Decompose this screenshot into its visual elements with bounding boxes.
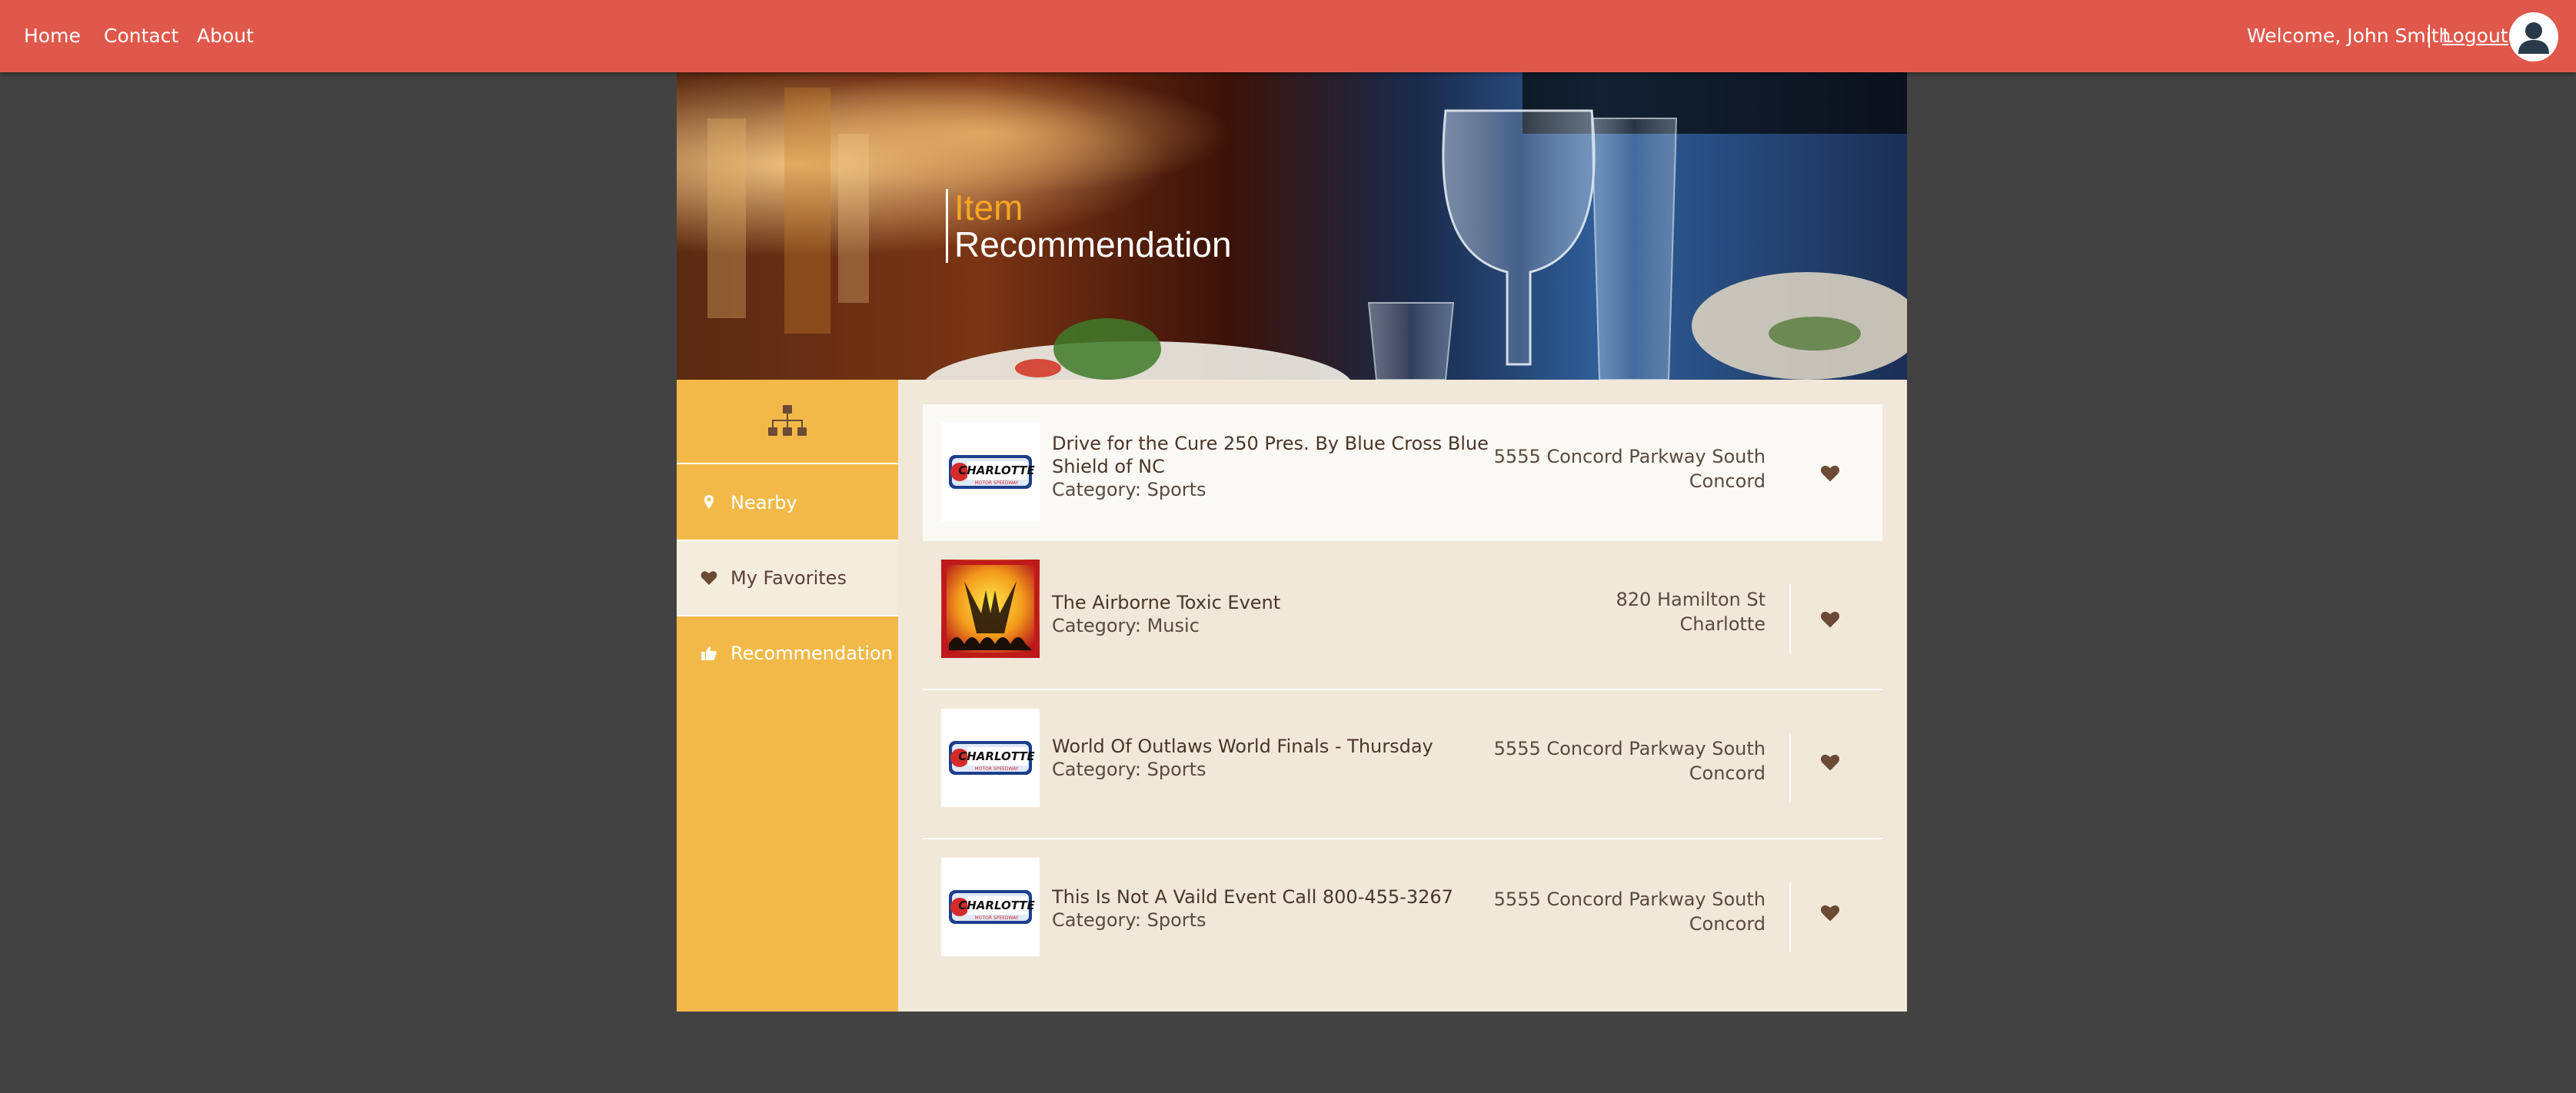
list-item[interactable]: CHARLOTTE MOTOR SPEEDWAY World Of Outlaw… — [923, 690, 1882, 827]
hero-title-line2: Recommendation — [954, 224, 1232, 264]
item-address-city: Concord — [1689, 913, 1766, 935]
item-address: 820 Hamilton St Charlotte — [1443, 587, 1766, 636]
favorite-heart-icon[interactable] — [1819, 463, 1841, 484]
item-category: Category: Sports — [1052, 909, 1206, 931]
item-category: Category: Music — [1052, 615, 1200, 636]
item-address-city: Concord — [1689, 470, 1766, 492]
svg-text:CHARLOTTE: CHARLOTTE — [958, 749, 1035, 763]
nav-divider — [2428, 25, 2430, 48]
hero-title-line1: Item — [954, 188, 1023, 228]
sidebar-item-nearby[interactable]: Nearby — [677, 466, 898, 540]
hero-banner: Item Recommendation — [677, 72, 1907, 380]
favorite-heart-icon[interactable] — [1819, 609, 1841, 630]
item-divider — [1789, 733, 1791, 802]
charlotte-motor-speedway-logo: CHARLOTTE MOTOR SPEEDWAY — [941, 858, 1040, 956]
thumbs-up-icon — [701, 646, 717, 660]
welcome-text: Welcome, John Smith — [2247, 25, 2451, 47]
sidebar-item-label: Nearby — [731, 492, 797, 513]
item-address-street: 5555 Concord Parkway South — [1493, 738, 1766, 759]
top-navbar: Home Contact About Welcome, John Smith L… — [0, 0, 2576, 72]
item-category: Category: Sports — [1052, 479, 1206, 500]
svg-text:MOTOR SPEEDWAY: MOTOR SPEEDWAY — [975, 480, 1019, 486]
nav-contact-link[interactable]: Contact — [104, 0, 178, 72]
item-address-street: 5555 Concord Parkway South — [1493, 889, 1766, 910]
hero-title: Item Recommendation — [946, 189, 1232, 263]
heart-icon — [701, 571, 717, 585]
sidebar-item-label: Recommendation — [731, 643, 893, 664]
item-divider — [1789, 584, 1791, 653]
sidebar-item-recommendation[interactable]: Recommendation — [677, 616, 898, 690]
sidebar-item-label: My Favorites — [731, 567, 847, 589]
svg-text:CHARLOTTE: CHARLOTTE — [958, 463, 1035, 477]
item-category: Category: Sports — [1052, 759, 1206, 780]
list-item[interactable]: CHARLOTTE MOTOR SPEEDWAY This Is Not A V… — [923, 839, 1882, 976]
item-address-street: 5555 Concord Parkway South — [1493, 446, 1766, 467]
favorite-heart-icon[interactable] — [1819, 752, 1841, 773]
svg-text:MOTOR SPEEDWAY: MOTOR SPEEDWAY — [975, 766, 1019, 772]
item-address-city: Charlotte — [1679, 613, 1766, 635]
list-item[interactable]: The Airborne Toxic Event Category: Music… — [923, 541, 1882, 678]
sidebar: Nearby My Favorites Recommendation — [677, 380, 898, 1012]
charlotte-motor-speedway-logo: CHARLOTTE MOTOR SPEEDWAY — [941, 709, 1040, 807]
hero-background-image — [677, 72, 1907, 380]
item-list: CHARLOTTE MOTOR SPEEDWAY Drive for the C… — [898, 380, 1907, 1012]
favorite-heart-icon[interactable] — [1819, 902, 1841, 924]
logout-link[interactable]: Logout — [2442, 0, 2508, 72]
item-divider — [1789, 882, 1791, 952]
concert-image — [941, 560, 1040, 658]
list-item[interactable]: CHARLOTTE MOTOR SPEEDWAY Drive for the C… — [923, 404, 1882, 541]
sidebar-header — [677, 380, 898, 464]
item-address: 5555 Concord Parkway South Concord — [1443, 444, 1766, 493]
sitemap-icon — [768, 405, 807, 436]
item-address-street: 820 Hamilton St — [1616, 589, 1766, 610]
sidebar-item-my-favorites[interactable]: My Favorites — [677, 541, 898, 615]
svg-text:CHARLOTTE: CHARLOTTE — [958, 899, 1035, 912]
item-address: 5555 Concord Parkway South Concord — [1443, 887, 1766, 936]
item-address-city: Concord — [1689, 762, 1766, 784]
nav-about-link[interactable]: About — [197, 0, 254, 72]
nav-home-link[interactable]: Home — [24, 0, 81, 72]
svg-text:MOTOR SPEEDWAY: MOTOR SPEEDWAY — [975, 915, 1019, 921]
user-avatar-icon[interactable] — [2509, 12, 2558, 61]
item-address: 5555 Concord Parkway South Concord — [1443, 736, 1766, 786]
map-marker-icon — [704, 495, 714, 509]
charlotte-motor-speedway-logo: CHARLOTTE MOTOR SPEEDWAY — [941, 423, 1040, 521]
